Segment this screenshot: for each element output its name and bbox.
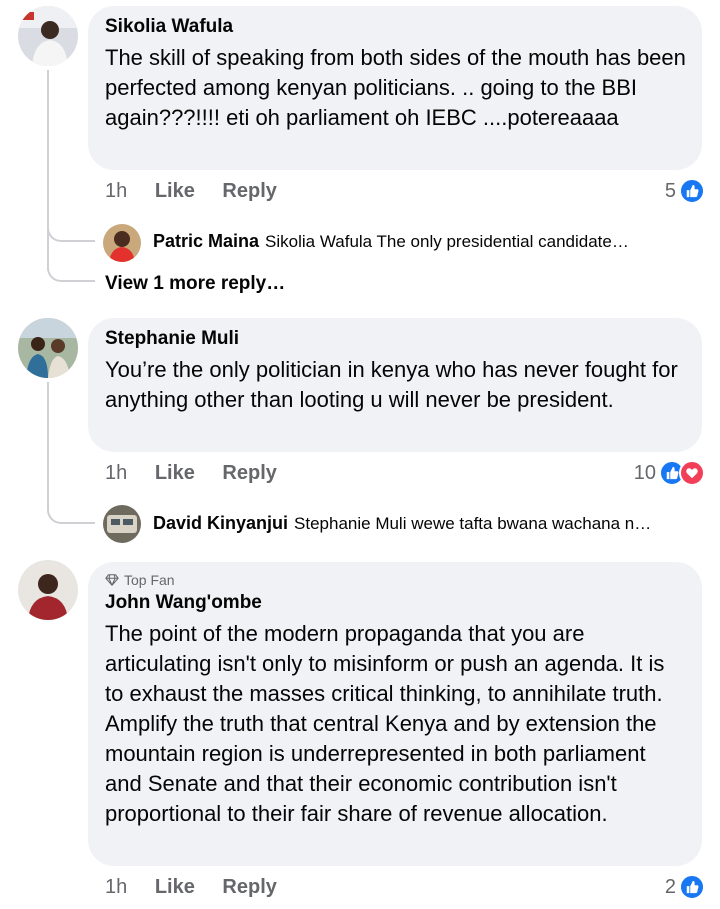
reaction-summary[interactable]: 5 bbox=[665, 178, 705, 204]
reply-snippet: Stephanie Muli wewe tafta bwana wachana … bbox=[294, 513, 652, 533]
reaction-summary[interactable]: 10 bbox=[634, 460, 705, 486]
avatar[interactable] bbox=[18, 6, 78, 66]
reply-item[interactable]: David Kinyanjui Stephanie Muli wewe taft… bbox=[153, 513, 698, 534]
like-button[interactable]: Like bbox=[155, 876, 195, 899]
comment-actions: 1h Like Reply bbox=[105, 180, 277, 203]
comment-author[interactable]: Stephanie Muli bbox=[105, 328, 239, 350]
comment-author[interactable]: John Wang'ombe bbox=[105, 592, 262, 614]
view-more-replies-link[interactable]: View 1 more reply… bbox=[105, 273, 285, 295]
comment-time[interactable]: 1h bbox=[105, 462, 127, 485]
comment-text: The skill of speaking from both sides of… bbox=[105, 45, 686, 130]
reaction-count: 5 bbox=[664, 179, 676, 202]
reply-button[interactable]: Reply bbox=[222, 462, 276, 485]
reply-connector bbox=[47, 480, 95, 524]
like-icon bbox=[679, 874, 705, 900]
reply-author[interactable]: Patric Maina bbox=[153, 231, 259, 252]
comment-text: The point of the modern propaganda that … bbox=[105, 621, 665, 826]
comment-author[interactable]: Sikolia Wafula bbox=[105, 16, 233, 38]
thread-line bbox=[47, 70, 49, 270]
avatar[interactable] bbox=[18, 560, 78, 620]
love-icon bbox=[679, 460, 705, 486]
reply-author[interactable]: David Kinyanjui bbox=[153, 513, 288, 534]
comment-time[interactable]: 1h bbox=[105, 180, 127, 203]
reply-button[interactable]: Reply bbox=[222, 180, 276, 203]
like-icon bbox=[679, 178, 705, 204]
like-button[interactable]: Like bbox=[155, 462, 195, 485]
reply-connector bbox=[47, 200, 95, 242]
reaction-count: 2 bbox=[664, 875, 676, 898]
reply-connector bbox=[47, 250, 95, 282]
reply-avatar[interactable] bbox=[103, 224, 141, 262]
reply-snippet: Sikolia Wafula The only presidential can… bbox=[265, 231, 629, 251]
comment-time[interactable]: 1h bbox=[105, 876, 127, 899]
reply-item[interactable]: Patric Maina Sikolia Wafula The only pre… bbox=[153, 231, 693, 252]
reply-button[interactable]: Reply bbox=[222, 876, 276, 899]
comment-text: You’re the only politician in kenya who … bbox=[105, 357, 678, 412]
avatar[interactable] bbox=[18, 318, 78, 378]
reaction-count: 10 bbox=[633, 461, 656, 484]
reaction-summary[interactable]: 2 bbox=[665, 874, 705, 900]
top-fan-badge: Top Fan bbox=[105, 572, 175, 588]
like-button[interactable]: Like bbox=[155, 180, 195, 203]
comment-actions: 1h Like Reply bbox=[105, 876, 277, 899]
diamond-icon bbox=[105, 574, 119, 586]
reply-avatar[interactable] bbox=[103, 505, 141, 543]
comment-actions: 1h Like Reply bbox=[105, 462, 277, 485]
top-fan-label: Top Fan bbox=[124, 572, 175, 588]
